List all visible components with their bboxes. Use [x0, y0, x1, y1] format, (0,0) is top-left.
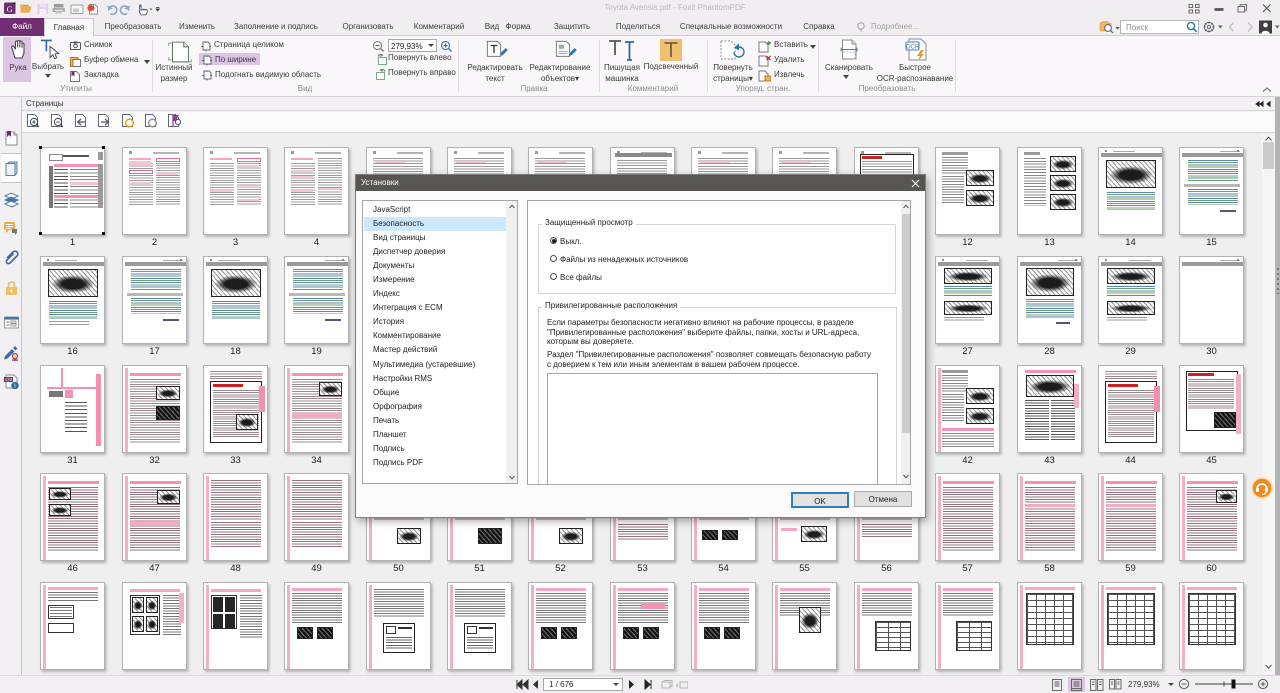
svg-text:123: 123 [5, 377, 13, 382]
svg-text:OCR: OCR [906, 45, 920, 51]
svg-text:G: G [7, 4, 13, 14]
svg-text:i: i [14, 383, 16, 390]
